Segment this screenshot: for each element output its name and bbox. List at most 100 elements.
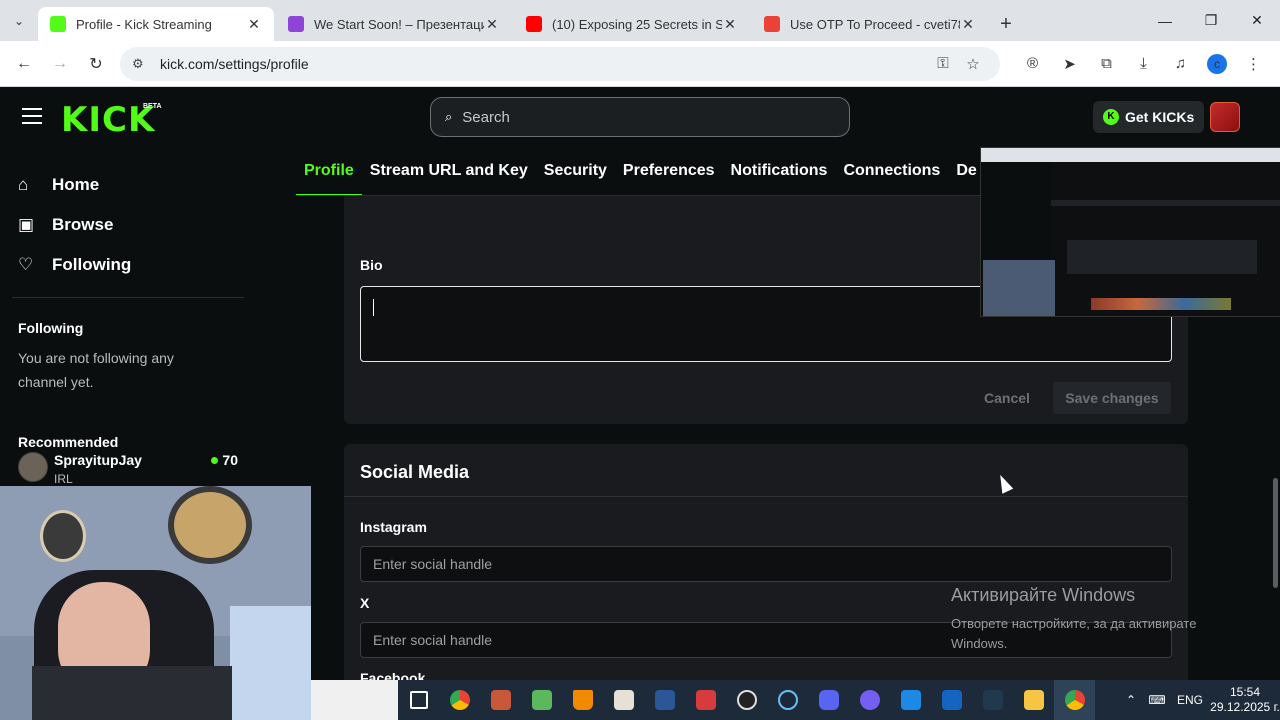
blue-app-icon[interactable] bbox=[890, 680, 931, 720]
show-hidden-icons-icon[interactable]: ⌃ bbox=[1118, 693, 1144, 707]
tab-search-menu-button[interactable]: ⌄ bbox=[0, 0, 38, 41]
sidebar-item-label: Home bbox=[52, 175, 100, 194]
user-avatar[interactable] bbox=[1210, 102, 1240, 132]
extension-r-icon[interactable]: ® bbox=[1014, 55, 1051, 72]
media-app-icon[interactable] bbox=[685, 680, 726, 720]
reload-icon[interactable]: ↻ bbox=[78, 54, 114, 74]
viber-icon[interactable] bbox=[849, 680, 890, 720]
tab-profile[interactable]: Profile bbox=[296, 148, 362, 196]
watermark-title: Активирайте Windows bbox=[951, 585, 1136, 605]
search-placeholder: Search bbox=[462, 108, 510, 126]
clock-time: 15:54 bbox=[1229, 685, 1261, 699]
browser-tab-kick-profile[interactable]: Profile - Kick Streaming ✕ bbox=[38, 7, 274, 41]
close-window-icon[interactable]: ✕ bbox=[1234, 12, 1280, 29]
following-empty-text: You are not following any channel yet. bbox=[18, 350, 174, 390]
search-icon: ⌕ bbox=[445, 109, 453, 124]
kick-favicon-icon bbox=[50, 16, 66, 32]
extension-cursor-icon[interactable]: ➤ bbox=[1051, 55, 1088, 73]
youtube-favicon-icon bbox=[526, 16, 542, 32]
sidebar-item-home[interactable]: ⌂ Home bbox=[0, 165, 260, 205]
get-kicks-button[interactable]: K Get KICKs bbox=[1093, 101, 1205, 133]
paint-app-icon[interactable] bbox=[603, 680, 644, 720]
chrome-active-icon[interactable] bbox=[1054, 680, 1095, 720]
search-input[interactable]: ⌕ Search bbox=[430, 97, 850, 137]
file-explorer-icon[interactable] bbox=[1013, 680, 1054, 720]
site-info-icon[interactable]: ⚙ bbox=[132, 56, 150, 72]
social-media-title: Social Media bbox=[360, 462, 470, 482]
browser-tab-gmail[interactable]: Use OTP To Proceed - cveti78@ ✕ bbox=[752, 7, 988, 41]
restore-icon[interactable]: ❐ bbox=[1188, 12, 1234, 29]
back-icon[interactable]: ← bbox=[6, 55, 42, 73]
tab-stream-url-key[interactable]: Stream URL and Key bbox=[362, 148, 536, 196]
extensions-puzzle-icon[interactable]: ⧉ bbox=[1088, 55, 1125, 72]
discord-icon[interactable] bbox=[808, 680, 849, 720]
dartboard-image bbox=[40, 510, 86, 562]
bookmark-star-icon[interactable]: ☆ bbox=[958, 55, 988, 73]
sidebar-item-label: Browse bbox=[52, 215, 114, 234]
save-changes-button[interactable]: Save changes bbox=[1053, 382, 1171, 414]
page-scrollbar[interactable] bbox=[1273, 478, 1278, 588]
url-text[interactable]: kick.com/settings/profile bbox=[160, 56, 928, 72]
preview-tabs bbox=[1051, 200, 1280, 206]
tab-connections[interactable]: Connections bbox=[835, 148, 948, 196]
close-tab-icon[interactable]: ✕ bbox=[960, 16, 976, 33]
browser-tab-youtube[interactable]: (10) Exposing 25 Secrets in Stea ✕ bbox=[514, 7, 750, 41]
keyboard-icon[interactable]: ⌨ bbox=[1144, 693, 1170, 707]
green-app-icon[interactable] bbox=[521, 680, 562, 720]
home-icon: ⌂ bbox=[18, 175, 29, 194]
recommended-channel[interactable]: SprayitupJay IRL 70 bbox=[18, 452, 244, 486]
address-bar[interactable]: ⚙ kick.com/settings/profile ⚿ ☆ bbox=[120, 46, 1000, 81]
tab-title: Use OTP To Proceed - cveti78@ bbox=[790, 16, 960, 32]
tab-title: Profile - Kick Streaming bbox=[76, 16, 212, 32]
profile-avatar[interactable]: c bbox=[1207, 53, 1227, 74]
gmail-favicon-icon bbox=[764, 16, 780, 32]
close-tab-icon[interactable]: ✕ bbox=[484, 16, 500, 33]
heart-icon: ♡ bbox=[18, 255, 34, 274]
preview-webcam bbox=[983, 260, 1055, 316]
beta-badge: BETA bbox=[143, 103, 162, 110]
language-indicator[interactable]: ENG bbox=[1170, 693, 1210, 707]
browser-tab-presentation[interactable]: We Start Soon! – Презентация ✕ bbox=[276, 7, 512, 41]
x-placeholder: Enter social handle bbox=[373, 632, 493, 648]
minimize-icon[interactable]: — bbox=[1142, 13, 1188, 29]
windows-taskbar: ⌃ ⌨ ENG 15:54 29.12.2025 г. bbox=[398, 680, 1280, 720]
menu-hamburger-icon[interactable] bbox=[22, 108, 42, 129]
downloads-icon[interactable]: ⤓ bbox=[1125, 55, 1162, 72]
close-tab-icon[interactable]: ✕ bbox=[722, 16, 738, 33]
lq-app-icon[interactable] bbox=[931, 680, 972, 720]
dark-app-icon[interactable] bbox=[972, 680, 1013, 720]
instagram-input[interactable]: Enter social handle bbox=[360, 546, 1172, 582]
task-view-icon[interactable] bbox=[398, 680, 439, 720]
new-tab-button[interactable]: + bbox=[990, 7, 1022, 41]
game-app-icon[interactable] bbox=[480, 680, 521, 720]
section-divider bbox=[344, 496, 1188, 497]
browser-menu-icon[interactable]: ⋮ bbox=[1235, 55, 1272, 73]
browser-toolbar: ← → ↻ ⚙ kick.com/settings/profile ⚿ ☆ ® … bbox=[0, 41, 1280, 87]
forward-icon[interactable]: → bbox=[42, 55, 78, 73]
close-tab-icon[interactable]: ✕ bbox=[246, 16, 262, 33]
chrome-icon[interactable] bbox=[439, 680, 480, 720]
preview-tabbar bbox=[981, 148, 1280, 162]
sidebar-item-following[interactable]: ♡ Following bbox=[0, 245, 260, 285]
tab-notifications[interactable]: Notifications bbox=[723, 148, 836, 196]
streamer-body-image bbox=[32, 666, 232, 720]
sidebar-item-browse[interactable]: ▣ Browse bbox=[0, 205, 260, 245]
tab-preferences[interactable]: Preferences bbox=[615, 148, 723, 196]
presentation-favicon-icon bbox=[288, 16, 304, 32]
clock-date: 29.12.2025 г. bbox=[1210, 700, 1280, 714]
cancel-button[interactable]: Cancel bbox=[974, 382, 1040, 414]
media-controls-icon[interactable]: ♫ bbox=[1162, 55, 1199, 72]
channel-name: SprayitupJay bbox=[54, 452, 142, 468]
kicks-coin-icon: K bbox=[1103, 109, 1119, 125]
password-key-icon[interactable]: ⚿ bbox=[928, 55, 958, 72]
clock[interactable]: 15:54 29.12.2025 г. bbox=[1210, 685, 1280, 715]
preview-banner bbox=[1091, 298, 1231, 310]
vlc-icon[interactable] bbox=[562, 680, 603, 720]
steam-icon[interactable] bbox=[767, 680, 808, 720]
toolbar-extensions: ® ➤ ⧉ ⤓ ♫ c ⋮ bbox=[1014, 53, 1272, 74]
tab-security[interactable]: Security bbox=[536, 148, 615, 196]
obs-icon[interactable] bbox=[726, 680, 767, 720]
tab-title: (10) Exposing 25 Secrets in Stea bbox=[552, 16, 722, 32]
word-icon[interactable] bbox=[644, 680, 685, 720]
kick-logo[interactable]: KICK bbox=[61, 100, 155, 140]
